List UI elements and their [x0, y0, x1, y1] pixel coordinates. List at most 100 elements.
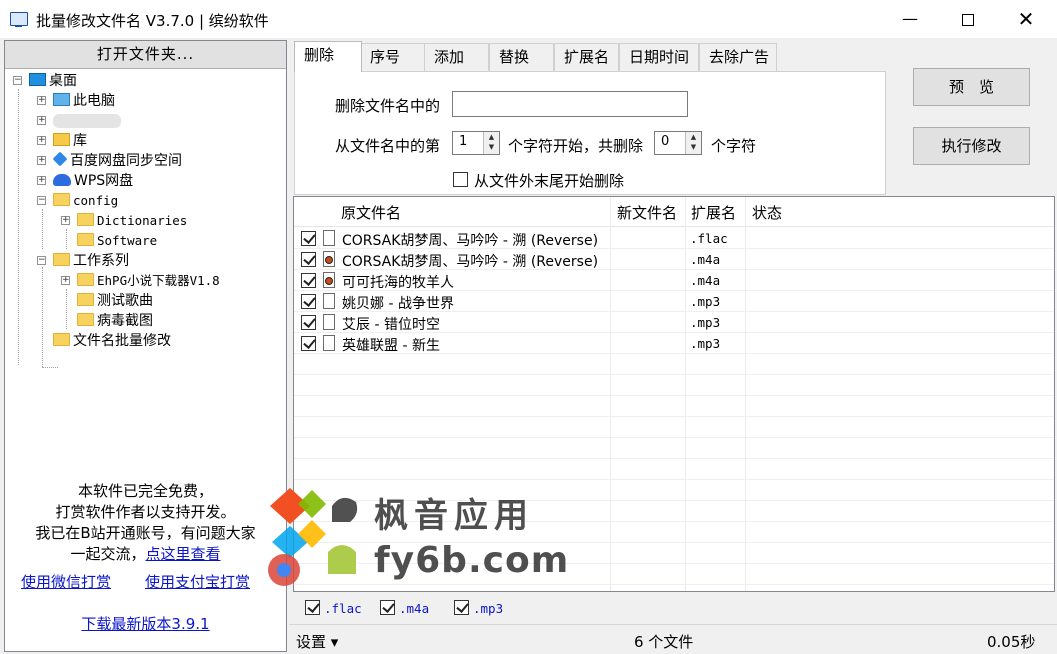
table-row[interactable]: 艾辰 - 错位时空 .mp3: [294, 312, 1054, 333]
stepper-arrows-icon[interactable]: ▲ ▼: [483, 132, 499, 154]
maximize-button[interactable]: [939, 0, 997, 38]
tab-sequence[interactable]: 序号: [360, 43, 425, 71]
collapse-icon[interactable]: −: [37, 196, 46, 205]
collapse-icon[interactable]: −: [37, 256, 46, 265]
folder-icon: [77, 213, 94, 226]
delete-text-input[interactable]: [452, 91, 688, 117]
file-name: 英雄联盟 - 新生: [342, 338, 440, 354]
redacted-item: [53, 114, 121, 128]
folder-icon: [53, 333, 70, 346]
tab-add[interactable]: 添加: [424, 43, 489, 71]
donation-message: 本软件已完全免费， 打赏软件作者以支持开发。 我已在B站开通账号，有问题大家 一…: [5, 481, 286, 565]
expand-icon[interactable]: +: [37, 136, 46, 145]
row-divider: [294, 563, 1054, 564]
expand-icon[interactable]: +: [37, 176, 46, 185]
row-divider: [294, 416, 1054, 417]
file-name: 姚贝娜 - 战争世界: [342, 296, 454, 312]
tab-replace[interactable]: 替换: [489, 43, 554, 71]
expand-icon[interactable]: +: [37, 96, 46, 105]
row-divider: [294, 374, 1054, 375]
tree-label: 此电脑: [73, 93, 115, 109]
promo-text: 一起交流，: [70, 545, 146, 563]
filter-checkbox[interactable]: [454, 600, 469, 615]
wechat-donate-link[interactable]: 使用微信打赏: [21, 571, 111, 592]
start-position-stepper[interactable]: 1 ▲ ▼: [452, 131, 500, 155]
tree-label: EhPG小说下载器V1.8: [97, 273, 220, 288]
minimize-button[interactable]: —: [881, 0, 939, 38]
file-list[interactable]: 原文件名 新文件名 扩展名 状态 CORSAK胡梦周、马吟吟 - 溯 (Reve…: [293, 196, 1055, 592]
column-new-name[interactable]: 新文件名: [617, 197, 677, 227]
expand-icon[interactable]: +: [37, 156, 46, 165]
table-row[interactable]: 姚贝娜 - 战争世界 .mp3: [294, 291, 1054, 312]
promo-line: 本软件已完全免费，: [77, 482, 213, 500]
tab-delete[interactable]: 删除: [294, 41, 362, 72]
column-status[interactable]: 状态: [752, 197, 782, 227]
row-divider: [294, 584, 1054, 585]
desktop-icon: [29, 73, 46, 86]
list-header: 原文件名 新文件名 扩展名 状态: [294, 197, 1054, 227]
stepper-value: 1: [459, 134, 468, 149]
tree-label: 测试歌曲: [97, 293, 153, 309]
row-divider: [294, 500, 1054, 501]
library-icon: [53, 133, 70, 146]
table-row[interactable]: 可可托海的牧羊人 .m4a: [294, 270, 1054, 291]
expand-icon[interactable]: +: [37, 116, 46, 125]
table-row[interactable]: CORSAK胡梦周、马吟吟 - 溯 (Reverse) .m4a: [294, 249, 1054, 270]
baidu-netdisk-icon: [52, 151, 68, 167]
preview-button[interactable]: 预 览: [913, 68, 1030, 106]
tab-datetime[interactable]: 日期时间: [619, 43, 699, 71]
column-original-name[interactable]: 原文件名: [341, 197, 401, 227]
collapse-icon[interactable]: −: [13, 76, 22, 85]
row-divider: [294, 542, 1054, 543]
elapsed-time: 0.05秒: [987, 633, 1036, 651]
filter-checkbox[interactable]: [380, 600, 395, 615]
tree-line: [42, 209, 43, 249]
row-checkbox[interactable]: [301, 315, 316, 330]
table-row[interactable]: 英雄联盟 - 新生 .mp3: [294, 333, 1054, 354]
folder-icon: [53, 193, 70, 206]
folder-icon: [53, 253, 70, 266]
file-count: 6 个文件: [634, 633, 694, 651]
row-checkbox[interactable]: [301, 336, 316, 351]
tab-remove-ads[interactable]: 去除广告: [699, 43, 777, 71]
expand-icon[interactable]: +: [61, 276, 70, 285]
row-divider: [294, 437, 1054, 438]
bilibili-link[interactable]: 点这里查看: [146, 545, 221, 563]
file-extension: .flac: [690, 231, 728, 246]
file-extension: .mp3: [690, 336, 721, 351]
expand-icon[interactable]: +: [61, 216, 70, 225]
row-checkbox[interactable]: [301, 252, 316, 267]
media-icon: [323, 251, 335, 267]
row-divider: [294, 479, 1054, 480]
folder-tree[interactable]: − 桌面 + 此电脑 + + 库 + 百度网盘同步空间 + WPS网盘 − co…: [5, 71, 286, 368]
row-checkbox[interactable]: [301, 294, 316, 309]
tree-label: 工作系列: [73, 253, 129, 269]
delete-count-stepper[interactable]: 0 ▲ ▼: [654, 131, 702, 155]
file-extension: .m4a: [690, 252, 721, 267]
table-row[interactable]: CORSAK胡梦周、马吟吟 - 溯 (Reverse) .flac: [294, 228, 1054, 249]
from-end-checkbox[interactable]: [453, 172, 468, 187]
tree-label: 文件名批量修改: [73, 333, 171, 349]
media-icon: [323, 272, 335, 288]
tree-label: 百度网盘同步空间: [70, 153, 182, 169]
execute-button[interactable]: 执行修改: [913, 127, 1030, 165]
open-folder-button[interactable]: 打开文件夹...: [5, 41, 286, 69]
stepper-arrows-icon[interactable]: ▲ ▼: [685, 132, 701, 154]
document-icon: [323, 293, 335, 309]
tree-label: 库: [73, 133, 87, 149]
download-latest-link[interactable]: 下载最新版本3.9.1: [81, 615, 209, 633]
promo-line: 我已在B站开通账号，有问题大家: [35, 524, 256, 542]
file-name: CORSAK胡梦周、马吟吟 - 溯 (Reverse): [342, 254, 599, 270]
column-extension[interactable]: 扩展名: [691, 197, 736, 227]
tab-extension[interactable]: 扩展名: [554, 43, 619, 71]
filter-checkbox[interactable]: [305, 600, 320, 615]
folder-panel: 打开文件夹... − 桌面 + 此电脑 + + 库 + 百度网盘同步空间 + W…: [4, 40, 287, 652]
row-checkbox[interactable]: [301, 231, 316, 246]
row-checkbox[interactable]: [301, 273, 316, 288]
alipay-donate-link[interactable]: 使用支付宝打赏: [145, 571, 250, 592]
close-button[interactable]: ✕: [997, 0, 1055, 38]
start-delete-label: 个字符开始，共删除: [508, 137, 644, 155]
promo-line: 打赏软件作者以支持开发。: [55, 503, 236, 521]
tree-label: WPS网盘: [74, 173, 134, 189]
settings-menu[interactable]: 设置 ▾: [296, 631, 338, 652]
